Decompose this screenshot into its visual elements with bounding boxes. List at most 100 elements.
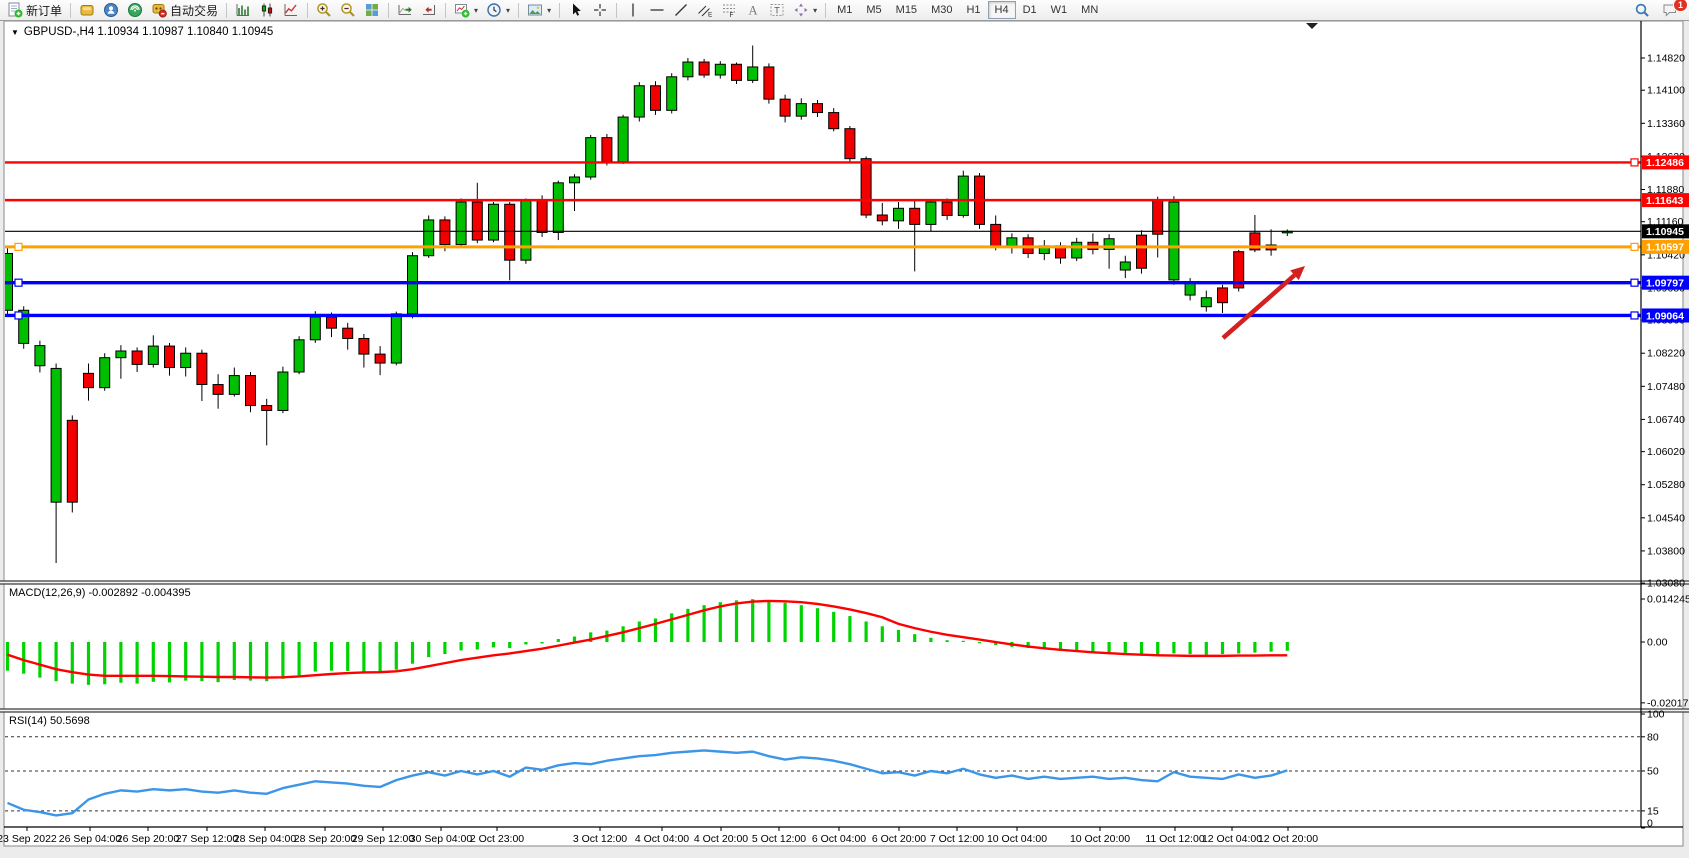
timeframe-h1-button[interactable]: H1 (959, 1, 987, 19)
timeframe-m15-button[interactable]: M15 (889, 1, 924, 19)
timeframe-m1-button[interactable]: M1 (830, 1, 859, 19)
timeframe-h4-button[interactable]: H4 (988, 1, 1016, 19)
rsi-indicator-label: RSI(14) 50.5698 (9, 715, 90, 727)
toolbar-separator (388, 3, 389, 18)
candle (408, 256, 418, 314)
timeframe-mn-button[interactable]: MN (1074, 1, 1105, 19)
candle (67, 420, 77, 502)
candle (310, 317, 320, 340)
rsi-tick-label: 0 (1647, 818, 1653, 830)
cursor-tool-button[interactable] (564, 0, 588, 20)
vline-tool-button[interactable] (621, 0, 645, 20)
profile-button[interactable] (99, 0, 123, 20)
candle (51, 368, 61, 502)
chart-title-text: GBPUSD-,H4 1.10934 1.10987 1.10840 1.109… (24, 26, 273, 38)
search-icon (1634, 2, 1650, 18)
notifications-button[interactable]: 1 (1658, 0, 1682, 20)
toolbar-separator (445, 3, 446, 18)
trendline-tool-button[interactable] (669, 0, 693, 20)
candle (375, 354, 385, 363)
new-order-button[interactable]: 新订单 (3, 0, 66, 20)
text-a-icon: A (745, 2, 761, 18)
candle (1072, 242, 1082, 258)
new-chart-button[interactable]: ▾ (450, 0, 482, 20)
price-tag-label: 1.10945 (1646, 226, 1684, 238)
crosshair-tool-button[interactable] (588, 0, 612, 20)
time-tick-label: 6 Oct 20:00 (872, 833, 926, 845)
price-tick-label: 1.03800 (1647, 545, 1685, 557)
candle (424, 220, 434, 256)
candle (213, 385, 223, 395)
line-handle[interactable] (1631, 243, 1638, 250)
label-tool-button[interactable]: T (765, 0, 789, 20)
candle (715, 64, 725, 75)
timeframe-w1-button[interactable]: W1 (1044, 1, 1075, 19)
signals-button[interactable] (123, 0, 147, 20)
user-icon (103, 2, 119, 18)
candle (1137, 235, 1147, 268)
hline-tool-button[interactable] (645, 0, 669, 20)
candle (991, 224, 1001, 245)
application-window: 新订单自动交易▾▾▾EFAT▾M1M5M15M30H1H4D1W1MN1 1.1… (0, 0, 1689, 858)
candle (926, 202, 936, 224)
candle (278, 372, 288, 410)
chevron-down-icon[interactable]: ▼ (11, 28, 19, 37)
timeframe-m5-button[interactable]: M5 (859, 1, 888, 19)
zoom-in-button[interactable] (312, 0, 336, 20)
market-watch-button[interactable] (75, 0, 99, 20)
svg-text:F: F (730, 12, 734, 18)
text-tool-button[interactable]: A (741, 0, 765, 20)
search-button[interactable] (1630, 0, 1654, 20)
candle (683, 62, 693, 77)
line-handle[interactable] (15, 279, 22, 286)
line-chart-button[interactable] (279, 0, 303, 20)
candle (699, 62, 709, 75)
candle (1201, 298, 1211, 307)
time-tick-label: 6 Oct 04:00 (812, 833, 866, 845)
candle (618, 117, 628, 162)
candle (148, 346, 158, 364)
text-t-icon: T (769, 2, 785, 18)
line-handle[interactable] (15, 312, 22, 319)
price-tick-label: 1.03080 (1647, 578, 1685, 590)
zoom-out-button[interactable] (336, 0, 360, 20)
chart-canvas[interactable]: 1.148201.141001.133601.126201.118801.111… (0, 0, 1689, 858)
time-tick-label: 7 Oct 12:00 (930, 833, 984, 845)
chart-window (4, 21, 1683, 846)
bar-chart-button[interactable] (231, 0, 255, 20)
periods-button[interactable]: ▾ (482, 0, 514, 20)
toolbar-separator (518, 3, 519, 18)
timeframe-d1-button[interactable]: D1 (1016, 1, 1044, 19)
candle (829, 113, 839, 129)
time-tick-label: 23 Sep 2022 (0, 833, 57, 845)
fibonacci-tool-button[interactable]: F (717, 0, 741, 20)
timeframe-m30-button[interactable]: M30 (924, 1, 959, 19)
time-tick-label: 28 Sep 20:00 (294, 833, 357, 845)
chart-shift-button[interactable] (417, 0, 441, 20)
chart-profile-button[interactable]: ▾ (523, 0, 555, 20)
price-tick-label: 1.14820 (1647, 53, 1685, 65)
candle (570, 177, 580, 183)
candle (910, 208, 920, 224)
dropdown-arrow-icon: ▾ (506, 6, 510, 15)
arrows-tool-button[interactable]: ▾ (789, 0, 821, 20)
tile-windows-button[interactable] (360, 0, 384, 20)
candle (894, 208, 904, 221)
candle (537, 200, 547, 233)
autotrading-button[interactable]: 自动交易 (147, 0, 222, 20)
line-handle[interactable] (1631, 159, 1638, 166)
candle (553, 183, 563, 233)
candle (861, 159, 871, 215)
line-handle[interactable] (1631, 279, 1638, 286)
dropdown-arrow-icon: ▾ (547, 6, 551, 15)
channel-tool-button[interactable]: E (693, 0, 717, 20)
candle-chart-button[interactable] (255, 0, 279, 20)
time-tick-label: 4 Oct 04:00 (635, 833, 689, 845)
candle (634, 86, 644, 117)
vline-icon (625, 2, 641, 18)
candle (440, 220, 450, 245)
line-handle[interactable] (15, 243, 22, 250)
auto-scroll-button[interactable] (393, 0, 417, 20)
line-handle[interactable] (1631, 312, 1638, 319)
time-tick-label: 2 Oct 23:00 (470, 833, 524, 845)
